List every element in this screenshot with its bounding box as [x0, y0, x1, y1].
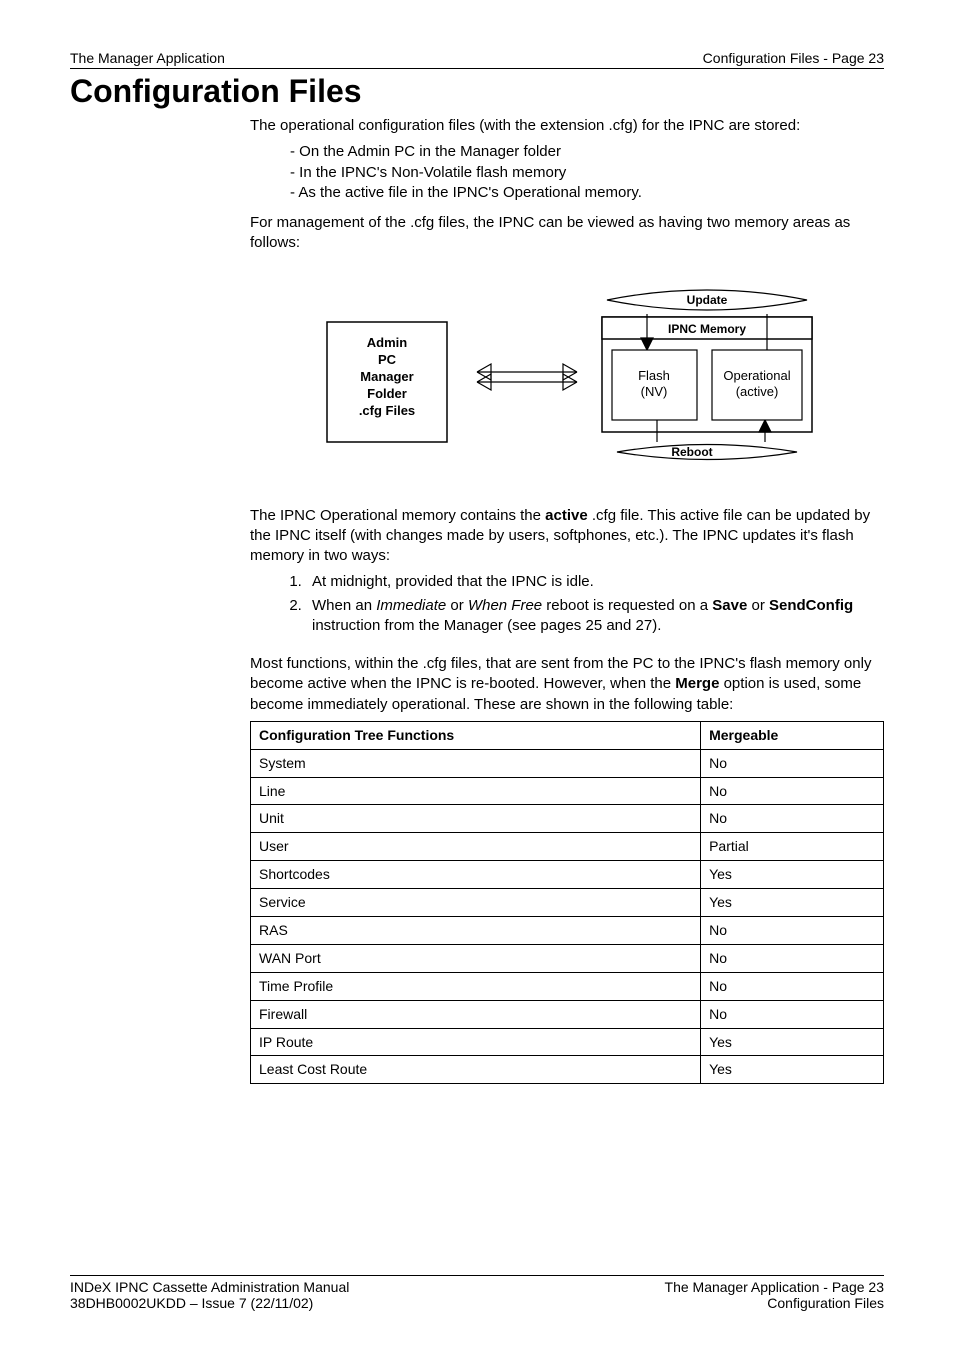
table-cell: Time Profile [251, 972, 701, 1000]
table-row: IP RouteYes [251, 1028, 884, 1056]
table-cell: No [701, 916, 884, 944]
table-cell: RAS [251, 916, 701, 944]
table-cell: IP Route [251, 1028, 701, 1056]
footer-text: Configuration Files [665, 1295, 884, 1311]
table-cell: System [251, 749, 701, 777]
footer-right: The Manager Application - Page 23 Config… [665, 1279, 884, 1311]
table-row: Time ProfileNo [251, 972, 884, 1000]
page-header: The Manager Application Configuration Fi… [70, 50, 884, 69]
bold-save: Save [712, 597, 747, 614]
table-cell: Unit [251, 805, 701, 833]
mgmt-paragraph: For management of the .cfg files, the IP… [250, 213, 884, 254]
table-cell: No [701, 805, 884, 833]
table-row: FirewallNo [251, 1000, 884, 1028]
svg-text:Flash: Flash [638, 368, 670, 383]
table-row: Least Cost RouteYes [251, 1056, 884, 1084]
svg-text:PC: PC [378, 352, 397, 367]
text-span: reboot is requested on a [542, 597, 712, 614]
text-span: instruction from the Manager (see pages … [312, 617, 661, 634]
list-item: As the active file in the IPNC's Operati… [290, 183, 884, 203]
table-header-row: Configuration Tree Functions Mergeable [251, 721, 884, 749]
table-row: LineNo [251, 777, 884, 805]
table-header: Configuration Tree Functions [251, 721, 701, 749]
active-paragraph: The IPNC Operational memory contains the… [250, 506, 884, 567]
table-cell: Yes [701, 1056, 884, 1084]
main-content: The operational configuration files (wit… [250, 116, 884, 1084]
italic-immediate: Immediate [376, 597, 446, 614]
footer-text: 38DHB0002UKDD – Issue 7 (22/11/02) [70, 1295, 349, 1311]
stored-list: On the Admin PC in the Manager folder In… [250, 142, 884, 203]
table-cell: Yes [701, 889, 884, 917]
table-cell: Partial [701, 833, 884, 861]
table-cell: Line [251, 777, 701, 805]
header-left: The Manager Application [70, 50, 225, 66]
list-item: When an Immediate or When Free reboot is… [306, 596, 884, 637]
table-row: SystemNo [251, 749, 884, 777]
table-cell: No [701, 749, 884, 777]
table-cell: Yes [701, 1028, 884, 1056]
header-right: Configuration Files - Page 23 [703, 50, 884, 66]
svg-text:Admin: Admin [367, 335, 408, 350]
italic-whenfree: When Free [468, 597, 542, 614]
page-footer: INDeX IPNC Cassette Administration Manua… [70, 1275, 884, 1311]
memory-diagram: Admin PC Manager Folder .cfg Files IPN [307, 272, 827, 482]
table-row: RASNo [251, 916, 884, 944]
intro-paragraph: The operational configuration files (wit… [250, 116, 884, 136]
svg-text:.cfg Files: .cfg Files [359, 403, 415, 418]
table-cell: No [701, 972, 884, 1000]
table-header: Mergeable [701, 721, 884, 749]
table-row: ServiceYes [251, 889, 884, 917]
text-span: When an [312, 597, 376, 614]
table-row: UserPartial [251, 833, 884, 861]
table-row: ShortcodesYes [251, 861, 884, 889]
table-cell: No [701, 944, 884, 972]
list-item: In the IPNC's Non-Volatile flash memory [290, 163, 884, 183]
table-cell: Yes [701, 861, 884, 889]
svg-text:Manager: Manager [360, 369, 413, 384]
table-row: WAN PortNo [251, 944, 884, 972]
text-span: or [446, 597, 468, 614]
text-span: The IPNC Operational memory contains the [250, 507, 545, 524]
list-item: At midnight, provided that the IPNC is i… [306, 572, 884, 592]
footer-left: INDeX IPNC Cassette Administration Manua… [70, 1279, 349, 1311]
ways-list: At midnight, provided that the IPNC is i… [250, 572, 884, 636]
table-cell: WAN Port [251, 944, 701, 972]
table-cell: No [701, 777, 884, 805]
footer-text: The Manager Application - Page 23 [665, 1279, 884, 1295]
table-cell: Service [251, 889, 701, 917]
table-row: UnitNo [251, 805, 884, 833]
table-cell: User [251, 833, 701, 861]
svg-text:Reboot: Reboot [671, 445, 712, 459]
svg-text:Operational: Operational [723, 368, 790, 383]
svg-text:(active): (active) [736, 384, 779, 399]
config-table: Configuration Tree Functions Mergeable S… [250, 721, 884, 1085]
bold-active: active [545, 507, 588, 524]
table-cell: No [701, 1000, 884, 1028]
svg-text:IPNC Memory: IPNC Memory [668, 322, 746, 336]
list-item: On the Admin PC in the Manager folder [290, 142, 884, 162]
svg-text:Update: Update [687, 293, 728, 307]
table-cell: Firewall [251, 1000, 701, 1028]
svg-text:Folder: Folder [367, 386, 407, 401]
text-span: or [747, 597, 769, 614]
svg-text:(NV): (NV) [641, 384, 668, 399]
table-cell: Least Cost Route [251, 1056, 701, 1084]
bold-merge: Merge [675, 675, 719, 692]
footer-text: INDeX IPNC Cassette Administration Manua… [70, 1279, 349, 1295]
merge-paragraph: Most functions, within the .cfg files, t… [250, 654, 884, 715]
table-cell: Shortcodes [251, 861, 701, 889]
page-title: Configuration Files [70, 73, 884, 110]
table-body: SystemNo LineNo UnitNo UserPartial Short… [251, 749, 884, 1084]
bold-sendconfig: SendConfig [769, 597, 853, 614]
